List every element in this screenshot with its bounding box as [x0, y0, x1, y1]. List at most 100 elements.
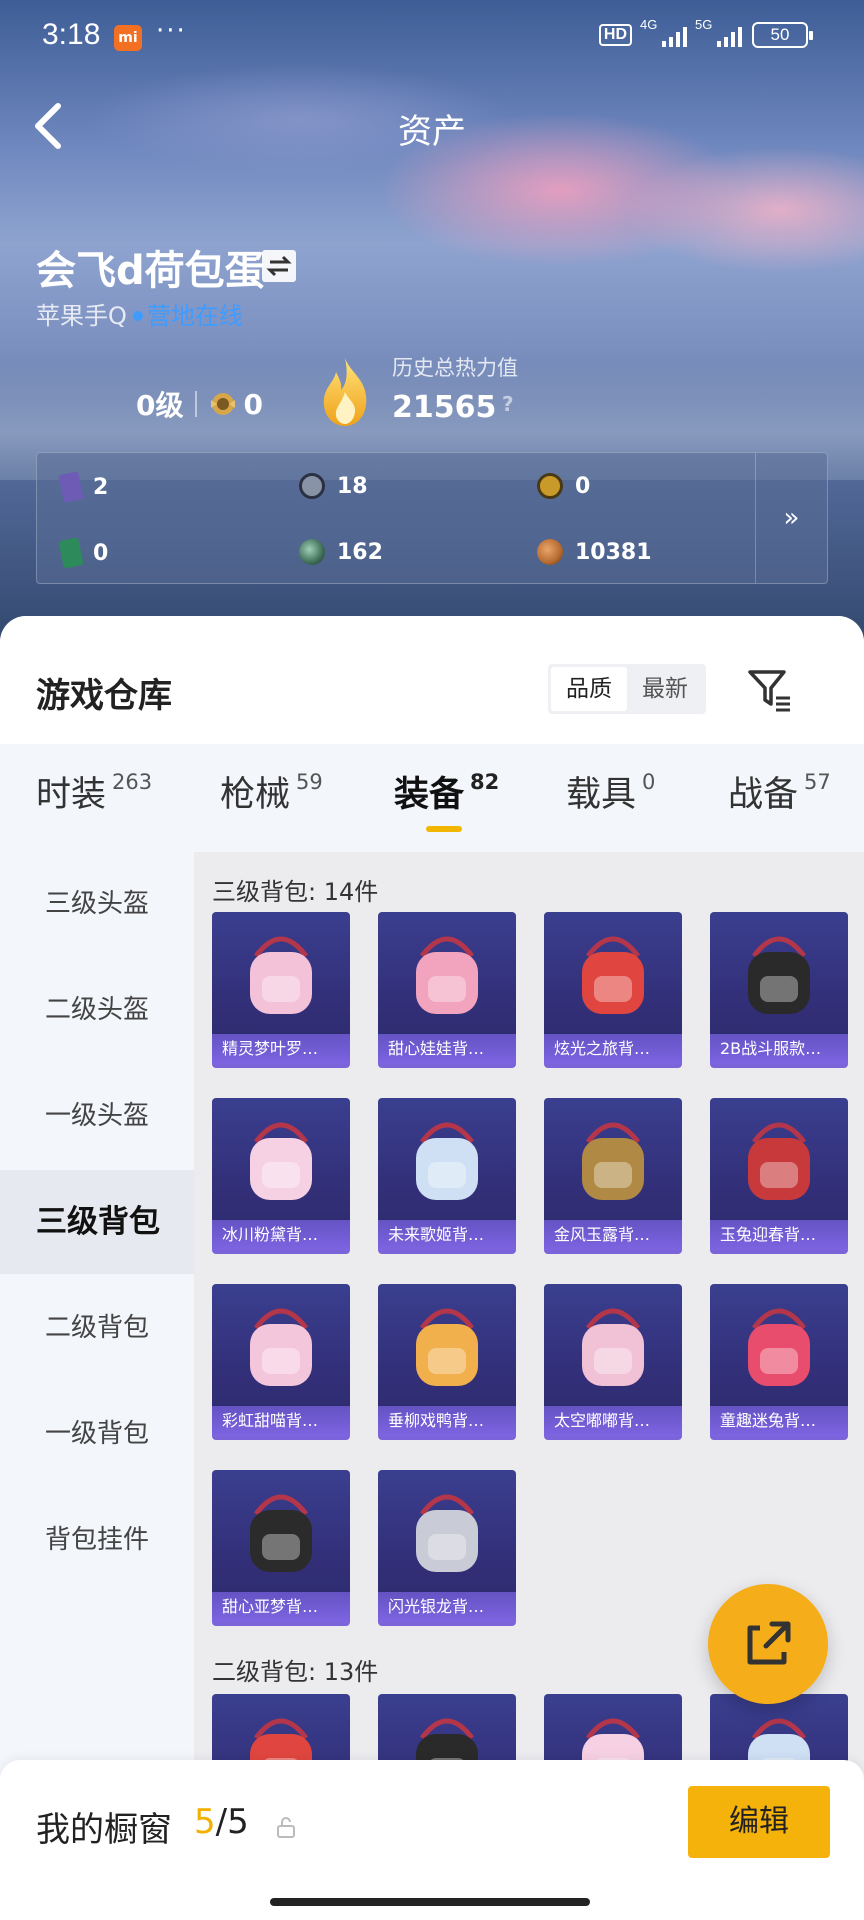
- backpack-icon: [748, 1308, 810, 1386]
- item-name: 闪光银龙背…: [378, 1592, 516, 1622]
- green-orb-icon: [299, 539, 325, 565]
- share-external-icon: [747, 1621, 791, 1665]
- heat-help-icon[interactable]: ?: [502, 392, 514, 416]
- asset-item: 10381: [537, 539, 652, 565]
- backpack-icon: [250, 1308, 312, 1386]
- item-name: 甜心娃娃背…: [378, 1034, 516, 1064]
- backpack-icon: [582, 1122, 644, 1200]
- backpack-icon: [748, 1122, 810, 1200]
- filter-icon: [748, 670, 790, 712]
- sidebar-item-helmet-1[interactable]: 一级头盔: [0, 1064, 194, 1168]
- rank-points: 0: [243, 387, 263, 421]
- item-name: 精灵梦叶罗…: [212, 1034, 350, 1064]
- switch-account-icon[interactable]: [262, 250, 296, 282]
- item-card[interactable]: 彩虹甜喵背…: [212, 1284, 350, 1440]
- warehouse-sheet: 游戏仓库 品质 最新 时装 263 枪械 59 装备 82 载具 0 战备 57 三级头盔…: [0, 616, 864, 1920]
- gold-coin-icon: [537, 473, 563, 499]
- backpack-icon: [250, 1494, 312, 1572]
- flame-icon: [323, 358, 367, 426]
- backpack-icon: [416, 1122, 478, 1200]
- sidebar-item-backpack-3[interactable]: 三级背包: [0, 1170, 194, 1274]
- item-name: 垂柳戏鸭背…: [378, 1406, 516, 1436]
- asset-item: 2: [58, 471, 108, 503]
- page-title: 资产: [398, 112, 466, 152]
- online-dot-icon: [132, 310, 143, 321]
- tab-vehicles[interactable]: 载具 0: [566, 766, 655, 817]
- heat-label: 历史总热力值: [392, 356, 518, 380]
- item-name: 彩虹甜喵背…: [212, 1406, 350, 1436]
- profile-hero: 3:18 mi ··· HD 4G 5G 50 资产 会飞d荷包蛋 苹果手Q 营地…: [0, 0, 864, 640]
- status-time: 3:18: [42, 18, 101, 51]
- sidebar-item-helmet-2[interactable]: 二级头盔: [0, 958, 194, 1062]
- backpack-icon: [416, 1494, 478, 1572]
- asset-item: 0: [58, 537, 108, 569]
- signal-5g-icon: 5G: [695, 17, 742, 47]
- section-title: 二级背包: 13件: [212, 1658, 379, 1686]
- online-status[interactable]: 营地在线: [147, 302, 243, 330]
- active-tab-indicator: [426, 826, 462, 832]
- showcase-count: 5/5: [194, 1802, 249, 1842]
- item-card[interactable]: 金风玉露背…: [544, 1098, 682, 1254]
- assets-more-button[interactable]: »: [755, 453, 827, 583]
- platform-label: 苹果手Q: [36, 302, 127, 330]
- item-card[interactable]: 童趣迷兔背…: [710, 1284, 848, 1440]
- level-row: 0级 0: [136, 384, 263, 424]
- backpack-icon: [250, 1122, 312, 1200]
- warehouse-title: 游戏仓库: [36, 676, 172, 716]
- sidebar-item-helmet-3[interactable]: 三级头盔: [0, 852, 194, 956]
- sidebar-item-backpack-2[interactable]: 二级背包: [0, 1276, 194, 1380]
- backpack-icon: [416, 1308, 478, 1386]
- showcase-label: 我的橱窗: [36, 1810, 172, 1850]
- sort-quality[interactable]: 品质: [551, 667, 627, 711]
- section-title: 三级背包: 14件: [212, 878, 379, 906]
- silver-coin-icon: [299, 473, 325, 499]
- mi-notification-icon: mi: [114, 25, 142, 51]
- battery-icon: 50: [752, 22, 813, 48]
- category-tabs: 时装 263 枪械 59 装备 82 载具 0 战备 57: [0, 744, 864, 852]
- item-card[interactable]: 甜心亚梦背…: [212, 1470, 350, 1626]
- backpack-icon: [416, 936, 478, 1014]
- item-card[interactable]: 炫光之旅背…: [544, 912, 682, 1068]
- filter-button[interactable]: [746, 666, 794, 714]
- item-name: 玉兔迎春背…: [710, 1220, 848, 1250]
- item-card[interactable]: 垂柳戏鸭背…: [378, 1284, 516, 1440]
- tab-gear[interactable]: 战备 57: [728, 766, 831, 817]
- signal-4g-icon: 4G: [640, 17, 687, 47]
- backpack-icon: [250, 936, 312, 1014]
- lock-icon: [277, 1817, 295, 1838]
- more-notifications-icon: ···: [156, 16, 187, 46]
- item-name: 太空嘟嘟背…: [544, 1406, 682, 1436]
- item-name: 甜心亚梦背…: [212, 1592, 350, 1622]
- tab-fashion[interactable]: 时装 263: [36, 766, 152, 817]
- item-card[interactable]: 玉兔迎春背…: [710, 1098, 848, 1254]
- share-button[interactable]: [708, 1584, 828, 1704]
- hd-voice-icon: HD: [598, 24, 632, 46]
- sort-newest[interactable]: 最新: [627, 667, 703, 711]
- asset-item: 0: [537, 473, 590, 499]
- item-name: 未来歌姬背…: [378, 1220, 516, 1250]
- purple-card-icon: [58, 471, 84, 503]
- green-card-icon: [58, 537, 84, 569]
- tab-guns[interactable]: 枪械 59: [220, 766, 323, 817]
- backpack-icon: [748, 936, 810, 1014]
- top-nav: 资产: [0, 90, 864, 160]
- level-value: 0级: [136, 389, 184, 422]
- item-card[interactable]: 精灵梦叶罗…: [212, 912, 350, 1068]
- item-card[interactable]: 冰川粉黛背…: [212, 1098, 350, 1254]
- item-card[interactable]: 未来歌姬背…: [378, 1098, 516, 1254]
- item-name: 童趣迷兔背…: [710, 1406, 848, 1436]
- sidebar-item-backpack-pendant[interactable]: 背包挂件: [0, 1488, 194, 1592]
- item-card[interactable]: 2B战斗服款…: [710, 912, 848, 1068]
- heat-value: 21565: [392, 390, 497, 425]
- user-subtitle: 苹果手Q 营地在线: [36, 296, 243, 331]
- status-bar: 3:18 mi ··· HD 4G 5G 50: [0, 0, 864, 80]
- item-name: 炫光之旅背…: [544, 1034, 682, 1064]
- item-card[interactable]: 闪光银龙背…: [378, 1470, 516, 1626]
- edit-button[interactable]: 编辑: [688, 1786, 830, 1858]
- tab-equipment[interactable]: 装备 82: [394, 766, 499, 817]
- item-card[interactable]: 太空嘟嘟背…: [544, 1284, 682, 1440]
- item-card[interactable]: 甜心娃娃背…: [378, 912, 516, 1068]
- asset-item: 18: [299, 473, 368, 499]
- sidebar-item-backpack-1[interactable]: 一级背包: [0, 1382, 194, 1486]
- divider: [195, 391, 198, 417]
